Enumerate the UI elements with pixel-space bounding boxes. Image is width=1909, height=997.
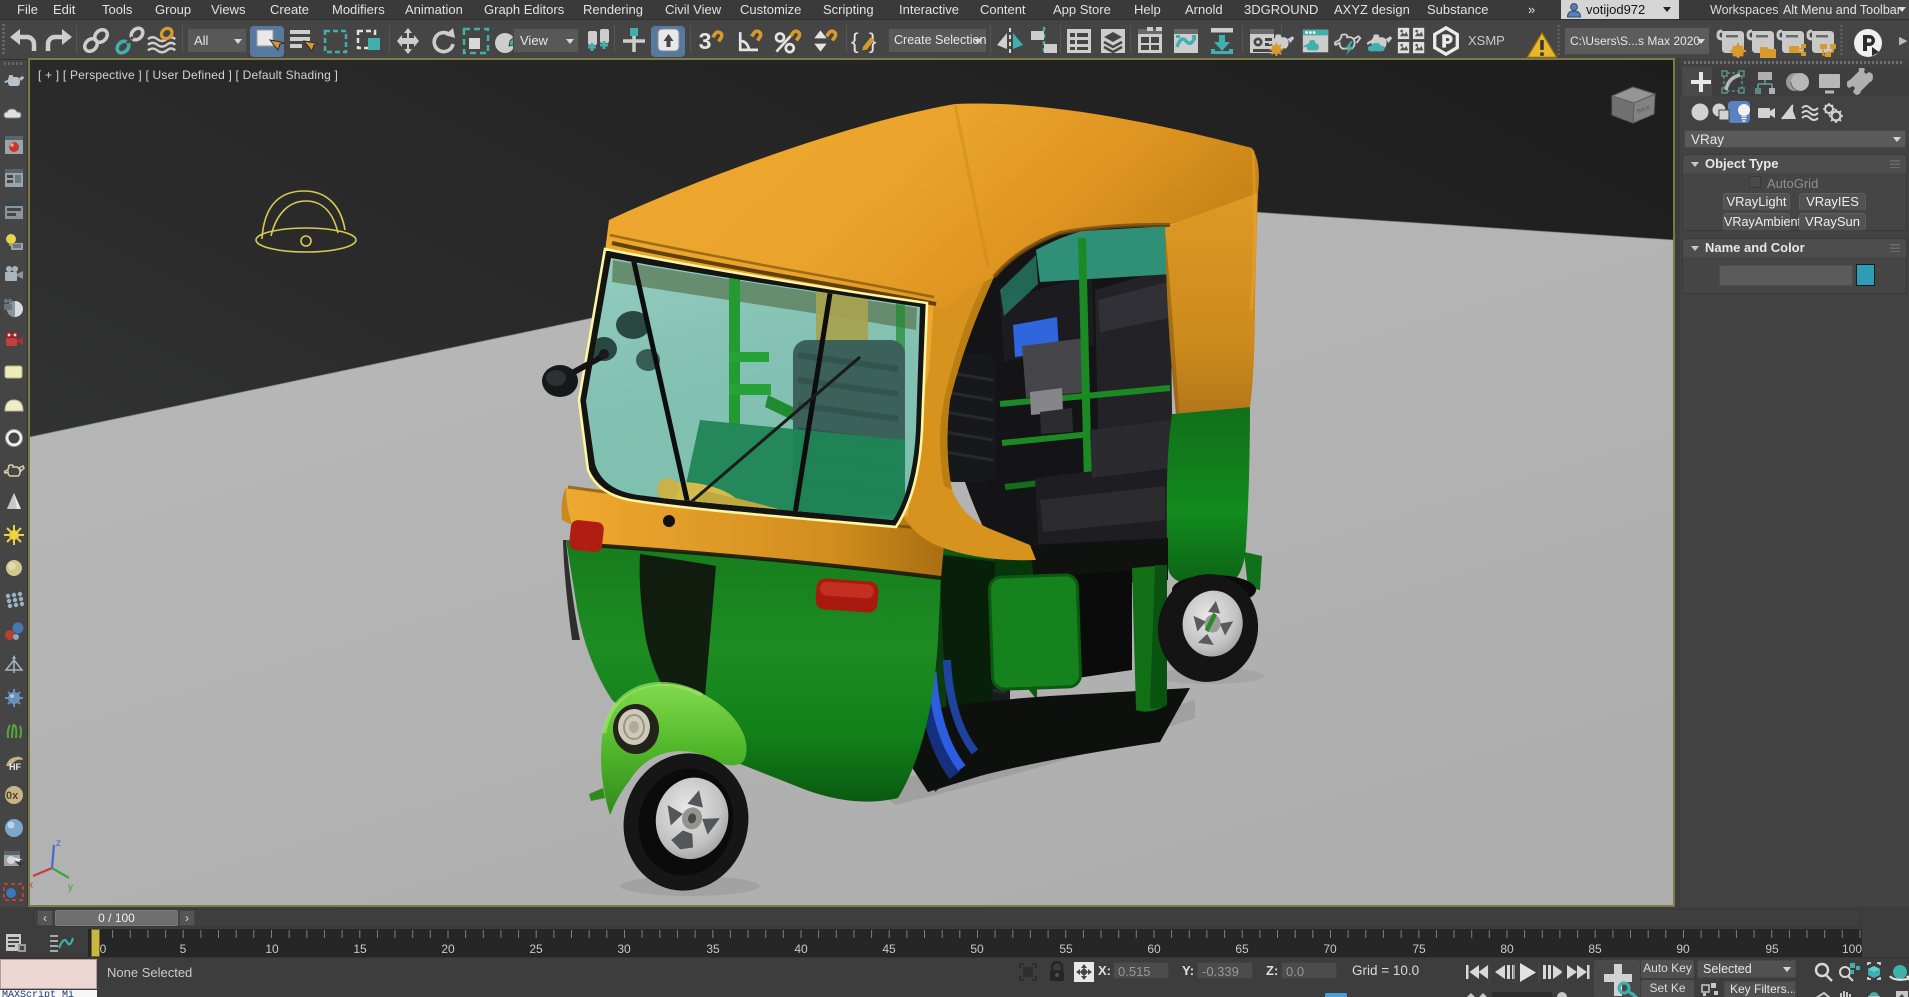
svg-text:x: x: [30, 880, 33, 891]
svg-text:y: y: [68, 882, 73, 893]
svg-text:0x: 0x: [6, 790, 19, 802]
svg-text:z: z: [56, 838, 61, 849]
svg-text:3: 3: [699, 28, 712, 54]
svg-text:{: {: [851, 29, 859, 54]
svg-text:HF: HF: [9, 762, 21, 772]
